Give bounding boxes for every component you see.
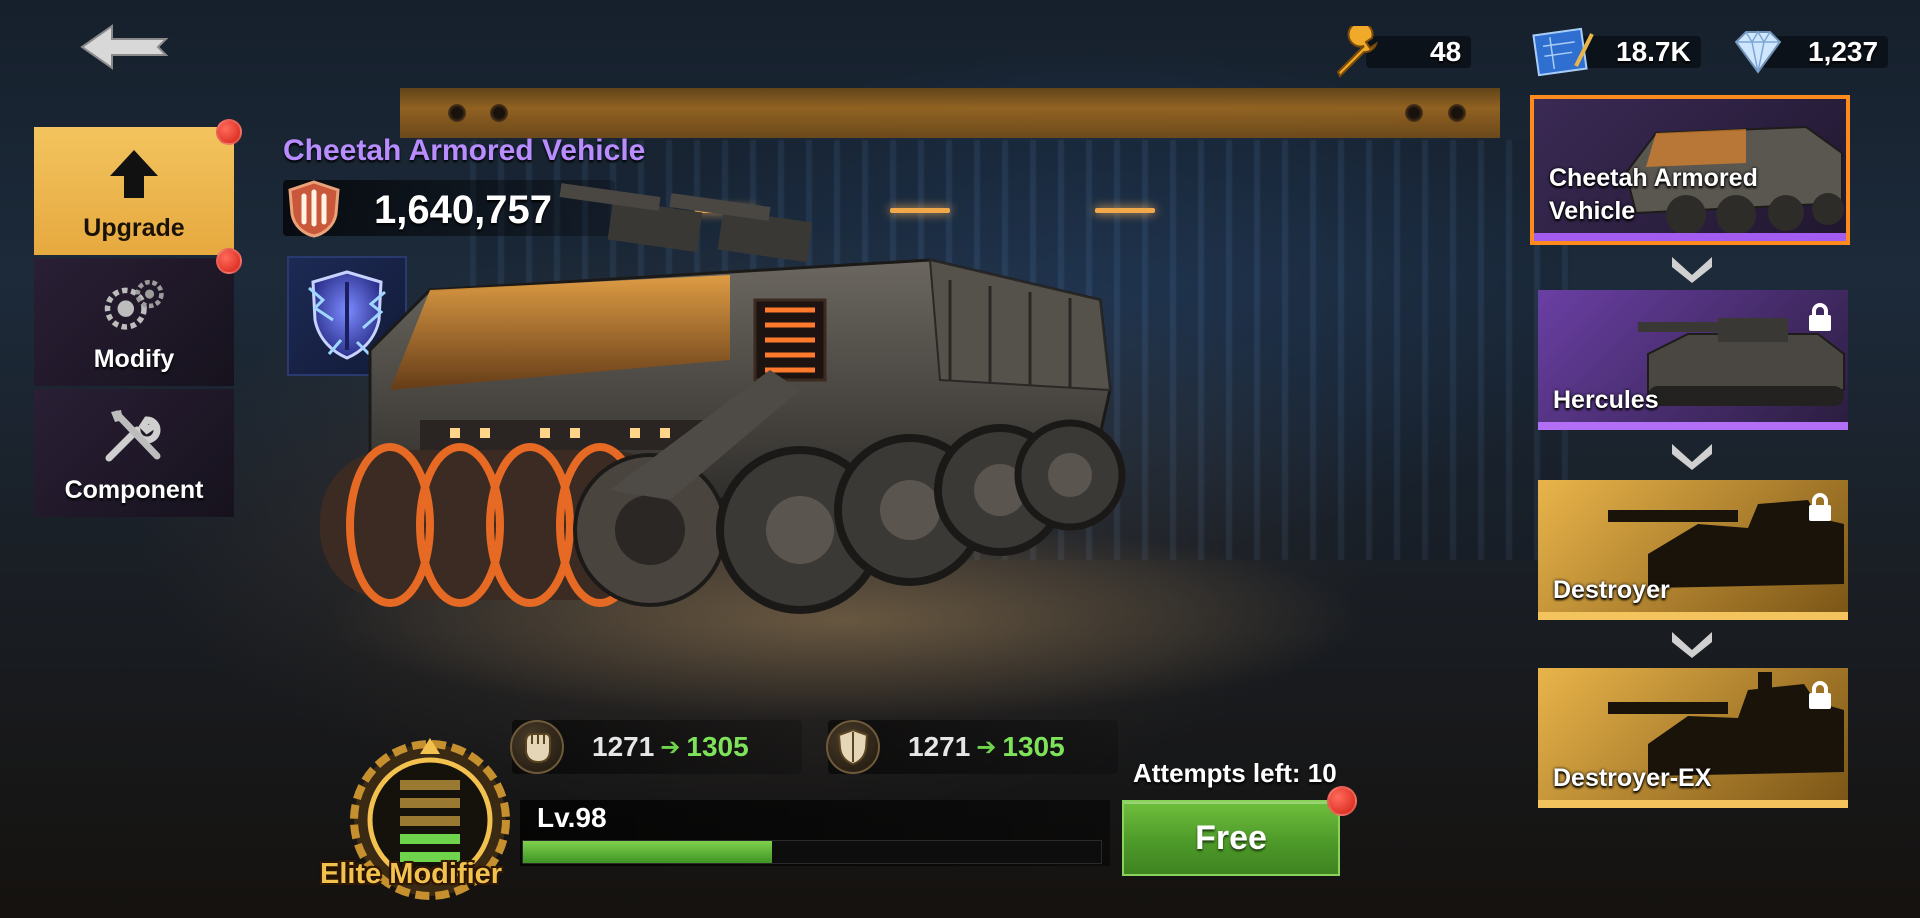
diamond-count: 1,237 bbox=[1808, 36, 1879, 67]
evo-card-destroyer[interactable]: Destroyer bbox=[1538, 480, 1848, 620]
up-arrow-icon bbox=[102, 142, 166, 206]
free-modify-button[interactable]: Free bbox=[1122, 800, 1340, 876]
diamond-icon bbox=[1734, 30, 1782, 74]
wrench-count: 48 bbox=[1430, 36, 1462, 67]
blueprint-icon bbox=[1532, 27, 1594, 77]
evo-name-destroyer-ex: Destroyer-EX bbox=[1553, 763, 1712, 792]
level-label: Lv.98 bbox=[537, 802, 607, 833]
garage-screen: 48 18.7K 1,237 Upgrade Modify Component … bbox=[0, 0, 1920, 918]
defense-stat: 1271 ➔ 1305 bbox=[826, 720, 1118, 774]
evo-card-destroyer-ex[interactable]: Destroyer-EX bbox=[1538, 668, 1848, 808]
upgrade-arrow-icon: ➔ bbox=[660, 733, 681, 761]
attack-to: 1305 bbox=[686, 731, 749, 762]
back-arrow-icon bbox=[80, 24, 169, 70]
chevron-down-icon bbox=[1672, 632, 1712, 658]
free-button-label: Free bbox=[1195, 818, 1267, 857]
evo-card-cheetah[interactable]: Cheetah Armored Vehicle bbox=[1530, 95, 1850, 245]
chevron-down-icon bbox=[1672, 444, 1712, 470]
diamond-resource[interactable]: 1,237 bbox=[1726, 30, 1889, 74]
menu-component[interactable]: Component bbox=[34, 389, 234, 517]
side-menu: Upgrade Modify Component bbox=[34, 119, 242, 520]
vehicle-name: Cheetah Armored Vehicle bbox=[283, 134, 646, 167]
attack-from: 1271 bbox=[592, 731, 655, 762]
xp-fill bbox=[523, 841, 772, 863]
wrench-resource[interactable]: 48 bbox=[1330, 26, 1472, 78]
menu-upgrade[interactable]: Upgrade bbox=[34, 119, 242, 255]
blueprint-count: 18.7K bbox=[1616, 36, 1691, 67]
notification-dot bbox=[216, 248, 242, 274]
notification-dot bbox=[1327, 786, 1357, 816]
upgrade-arrow-icon: ➔ bbox=[976, 733, 997, 761]
evo-name-cheetah: Cheetah Armored Vehicle bbox=[1549, 164, 1758, 225]
bolt bbox=[448, 104, 466, 122]
chevron-down-icon bbox=[1672, 257, 1712, 283]
bolt bbox=[1405, 104, 1423, 122]
lock-icon bbox=[1809, 303, 1831, 331]
evo-name-destroyer: Destroyer bbox=[1553, 575, 1670, 604]
attack-stat: 1271 ➔ 1305 bbox=[510, 720, 802, 774]
tools-icon bbox=[102, 404, 166, 468]
elite-modifier-label: Elite Modifier bbox=[320, 858, 503, 890]
attempts-left: Attempts left: 10 bbox=[1133, 758, 1337, 788]
title-banner bbox=[400, 88, 1500, 138]
bolt bbox=[1448, 104, 1466, 122]
back-button[interactable] bbox=[78, 22, 172, 72]
lock-icon bbox=[1809, 493, 1831, 521]
menu-component-label: Component bbox=[64, 476, 204, 504]
notification-dot bbox=[216, 119, 242, 145]
blueprint-resource[interactable]: 18.7K bbox=[1532, 27, 1701, 77]
vehicle-model bbox=[320, 183, 1126, 614]
lock-icon bbox=[1809, 681, 1831, 709]
evo-card-hercules[interactable]: Hercules bbox=[1538, 290, 1848, 430]
gears-icon bbox=[102, 273, 166, 337]
defense-to: 1305 bbox=[1002, 731, 1065, 762]
menu-modify[interactable]: Modify bbox=[34, 248, 242, 386]
evo-name-hercules: Hercules bbox=[1553, 385, 1659, 414]
xp-bar bbox=[522, 840, 1102, 864]
shield-icon bbox=[826, 720, 880, 774]
defense-from: 1271 bbox=[908, 731, 971, 762]
menu-modify-label: Modify bbox=[93, 345, 175, 373]
wrench-icon bbox=[1336, 26, 1378, 78]
bolt bbox=[490, 104, 508, 122]
menu-upgrade-label: Upgrade bbox=[83, 214, 185, 242]
